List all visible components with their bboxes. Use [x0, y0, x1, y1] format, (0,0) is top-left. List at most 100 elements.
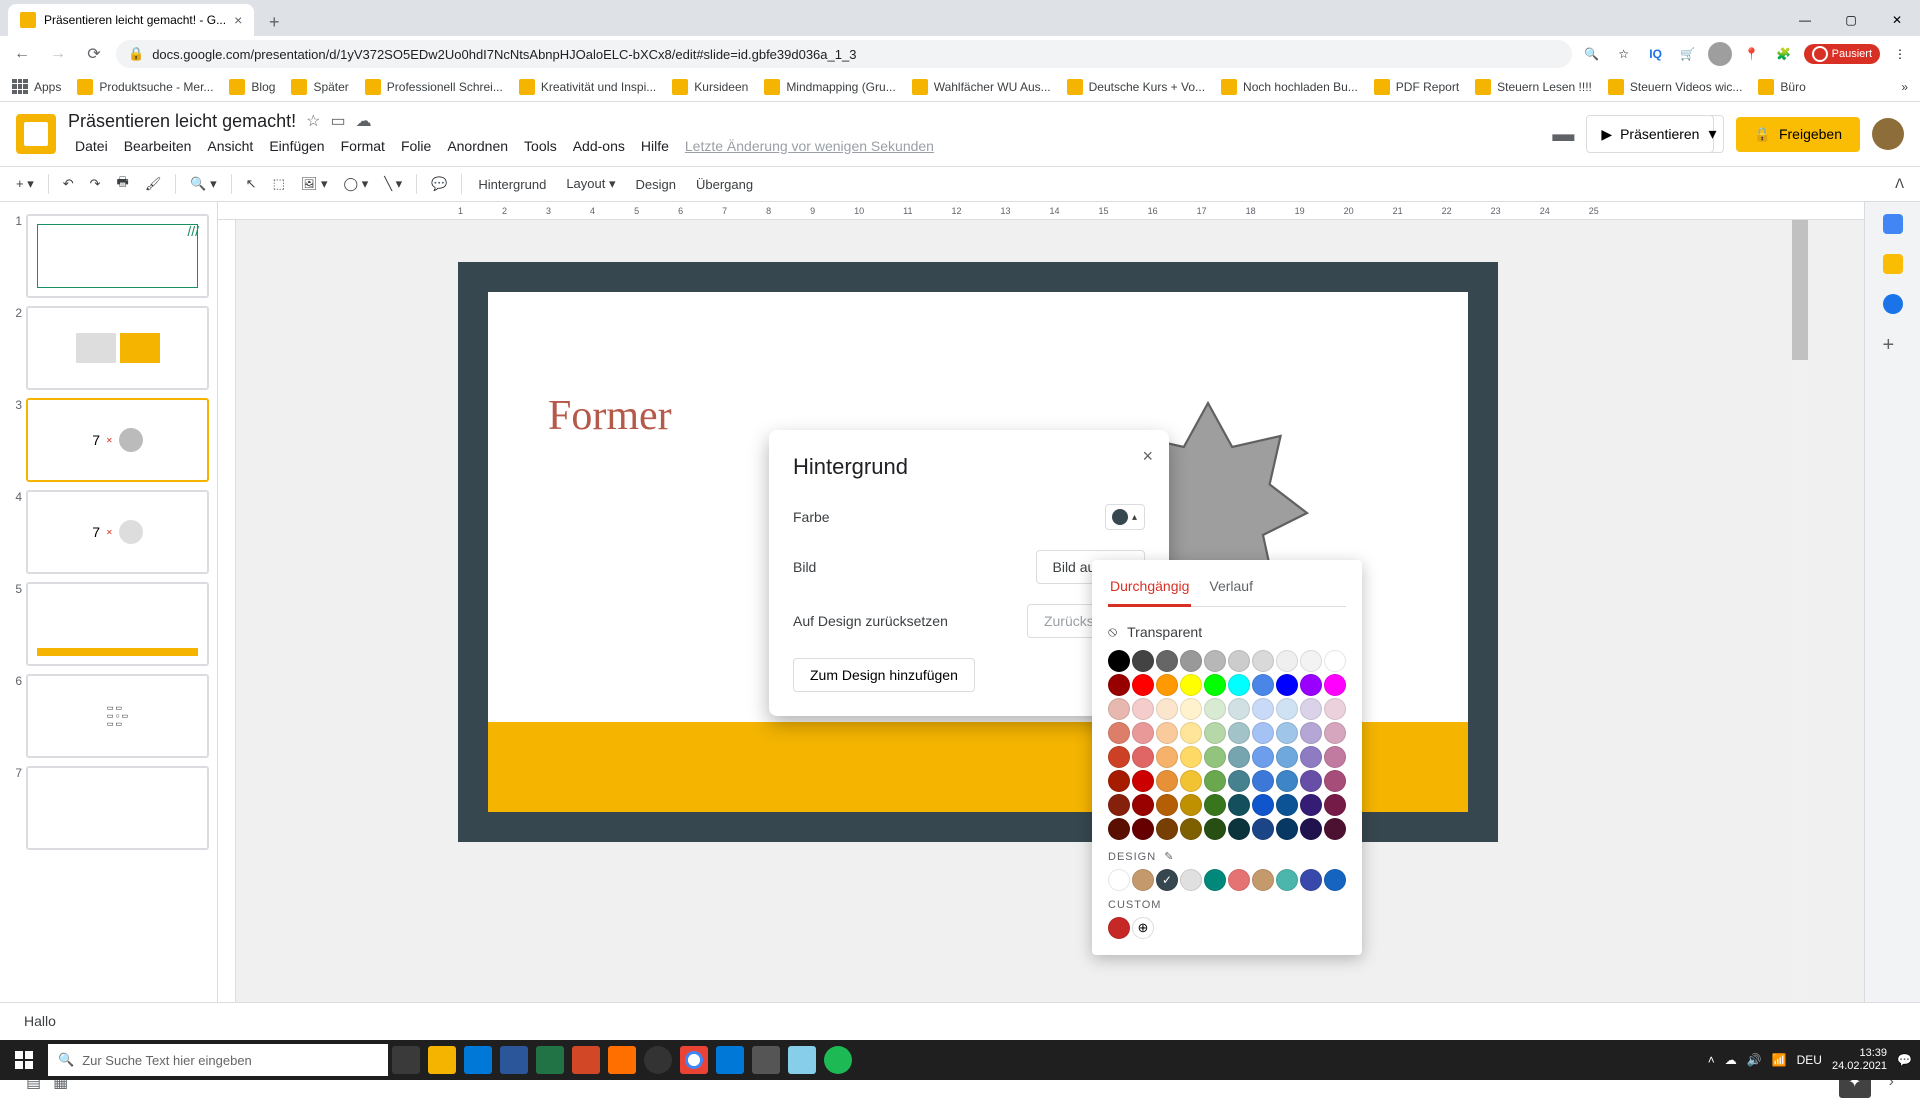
app-icon-2[interactable]: [752, 1046, 780, 1074]
extensions-icon[interactable]: 🧩: [1772, 42, 1796, 66]
color-swatch[interactable]: [1180, 746, 1202, 768]
color-swatch[interactable]: [1324, 818, 1346, 840]
color-swatch[interactable]: [1204, 650, 1226, 672]
bookmark-item[interactable]: Kreativität und Inspi...: [519, 79, 656, 95]
spotify-icon[interactable]: [824, 1046, 852, 1074]
color-swatch[interactable]: [1276, 818, 1298, 840]
close-dialog-button[interactable]: ×: [1142, 446, 1153, 467]
textbox-tool[interactable]: ⬚: [267, 172, 291, 196]
color-swatch[interactable]: [1252, 770, 1274, 792]
color-swatch[interactable]: [1300, 722, 1322, 744]
color-swatch[interactable]: [1204, 818, 1226, 840]
color-swatch[interactable]: [1252, 794, 1274, 816]
color-swatch[interactable]: [1252, 698, 1274, 720]
maximize-button[interactable]: ▢: [1828, 4, 1874, 36]
color-swatch[interactable]: [1108, 722, 1130, 744]
color-swatch[interactable]: [1252, 818, 1274, 840]
color-swatch[interactable]: [1252, 674, 1274, 696]
move-doc-icon[interactable]: ▭: [330, 111, 345, 131]
menu-datei[interactable]: Datei: [68, 134, 115, 158]
menu-bearbeiten[interactable]: Bearbeiten: [117, 134, 199, 158]
bookmark-item[interactable]: Wahlfächer WU Aus...: [912, 79, 1051, 95]
color-swatch[interactable]: [1108, 698, 1130, 720]
color-swatch[interactable]: [1204, 698, 1226, 720]
undo-button[interactable]: ↶: [57, 172, 80, 196]
bookmark-item[interactable]: Professionell Schrei...: [365, 79, 503, 95]
color-swatch[interactable]: [1228, 698, 1250, 720]
theme-color-swatch[interactable]: [1228, 869, 1250, 891]
theme-color-swatch[interactable]: [1156, 869, 1178, 891]
color-swatch[interactable]: [1108, 746, 1130, 768]
browser-tab[interactable]: Präsentieren leicht gemacht! - G... ×: [8, 4, 254, 36]
color-swatch[interactable]: [1132, 818, 1154, 840]
start-button[interactable]: [0, 1040, 48, 1080]
transition-button[interactable]: Übergang: [688, 173, 761, 196]
last-edit-link[interactable]: Letzte Änderung vor wenigen Sekunden: [678, 134, 941, 158]
menu-icon[interactable]: ⋮: [1888, 42, 1912, 66]
theme-color-swatch[interactable]: [1204, 869, 1226, 891]
reload-button[interactable]: ⟳: [80, 40, 108, 68]
color-swatch[interactable]: [1156, 818, 1178, 840]
obs-icon[interactable]: [644, 1046, 672, 1074]
color-swatch[interactable]: [1204, 674, 1226, 696]
color-swatch[interactable]: [1132, 650, 1154, 672]
transparent-option[interactable]: ⦸ Transparent: [1108, 617, 1346, 650]
line-tool[interactable]: ╲ ▾: [378, 172, 408, 196]
color-swatch[interactable]: [1108, 794, 1130, 816]
color-swatch[interactable]: [1156, 674, 1178, 696]
keep-icon[interactable]: [1883, 254, 1903, 274]
chrome-icon[interactable]: [680, 1046, 708, 1074]
color-swatch[interactable]: [1300, 746, 1322, 768]
slide-thumbnail-6[interactable]: ▭ ▭▭ ○ ▭▭ ▭: [26, 674, 209, 758]
color-swatch[interactable]: [1180, 722, 1202, 744]
color-swatch[interactable]: [1324, 698, 1346, 720]
color-swatch[interactable]: [1156, 794, 1178, 816]
color-swatch[interactable]: [1300, 770, 1322, 792]
star-icon[interactable]: ☆: [1612, 42, 1636, 66]
color-swatch[interactable]: [1252, 746, 1274, 768]
color-swatch[interactable]: [1156, 770, 1178, 792]
bookmark-item[interactable]: Deutsche Kurs + Vo...: [1067, 79, 1205, 95]
menu-hilfe[interactable]: Hilfe: [634, 134, 676, 158]
color-swatch[interactable]: [1276, 746, 1298, 768]
theme-color-swatch[interactable]: [1252, 869, 1274, 891]
color-swatch[interactable]: [1300, 818, 1322, 840]
task-view-icon[interactable]: [392, 1046, 420, 1074]
bookmark-item[interactable]: PDF Report: [1374, 79, 1459, 95]
close-tab-icon[interactable]: ×: [234, 12, 242, 28]
color-swatch[interactable]: [1204, 794, 1226, 816]
tab-solid[interactable]: Durchgängig: [1108, 572, 1191, 607]
shape-tool[interactable]: ◯ ▾: [338, 172, 375, 196]
menu-format[interactable]: Format: [334, 134, 392, 158]
redo-button[interactable]: ↷: [84, 172, 107, 196]
theme-color-swatch[interactable]: [1132, 869, 1154, 891]
minimize-button[interactable]: —: [1782, 4, 1828, 36]
theme-color-swatch[interactable]: [1180, 869, 1202, 891]
color-swatch[interactable]: [1276, 794, 1298, 816]
theme-color-swatch[interactable]: [1324, 869, 1346, 891]
account-avatar[interactable]: [1872, 118, 1904, 150]
color-swatch[interactable]: [1228, 746, 1250, 768]
menu-ansicht[interactable]: Ansicht: [200, 134, 260, 158]
new-tab-button[interactable]: +: [260, 8, 288, 36]
color-swatch[interactable]: [1228, 674, 1250, 696]
back-button[interactable]: ←: [8, 40, 36, 68]
bookmark-item[interactable]: Steuern Lesen !!!!: [1475, 79, 1592, 95]
bookmark-item[interactable]: Später: [291, 79, 348, 95]
forward-button[interactable]: →: [44, 40, 72, 68]
color-swatch[interactable]: [1276, 722, 1298, 744]
collapse-toolbar-button[interactable]: ᐱ: [1889, 172, 1910, 196]
color-swatch[interactable]: [1204, 770, 1226, 792]
menu-tools[interactable]: Tools: [517, 134, 564, 158]
notepad-icon[interactable]: [788, 1046, 816, 1074]
profile-paused-badge[interactable]: Pausiert: [1804, 44, 1880, 64]
slide-thumbnail-3[interactable]: 7✕: [26, 398, 209, 482]
color-swatch[interactable]: [1276, 770, 1298, 792]
color-swatch[interactable]: [1276, 650, 1298, 672]
color-swatch[interactable]: [1204, 722, 1226, 744]
layout-button[interactable]: Layout ▾: [558, 172, 623, 196]
star-doc-icon[interactable]: ☆: [306, 111, 320, 131]
share-button[interactable]: 🔒 Freigeben: [1736, 117, 1860, 152]
color-swatch[interactable]: [1228, 818, 1250, 840]
new-slide-button[interactable]: + ▾: [10, 172, 40, 196]
